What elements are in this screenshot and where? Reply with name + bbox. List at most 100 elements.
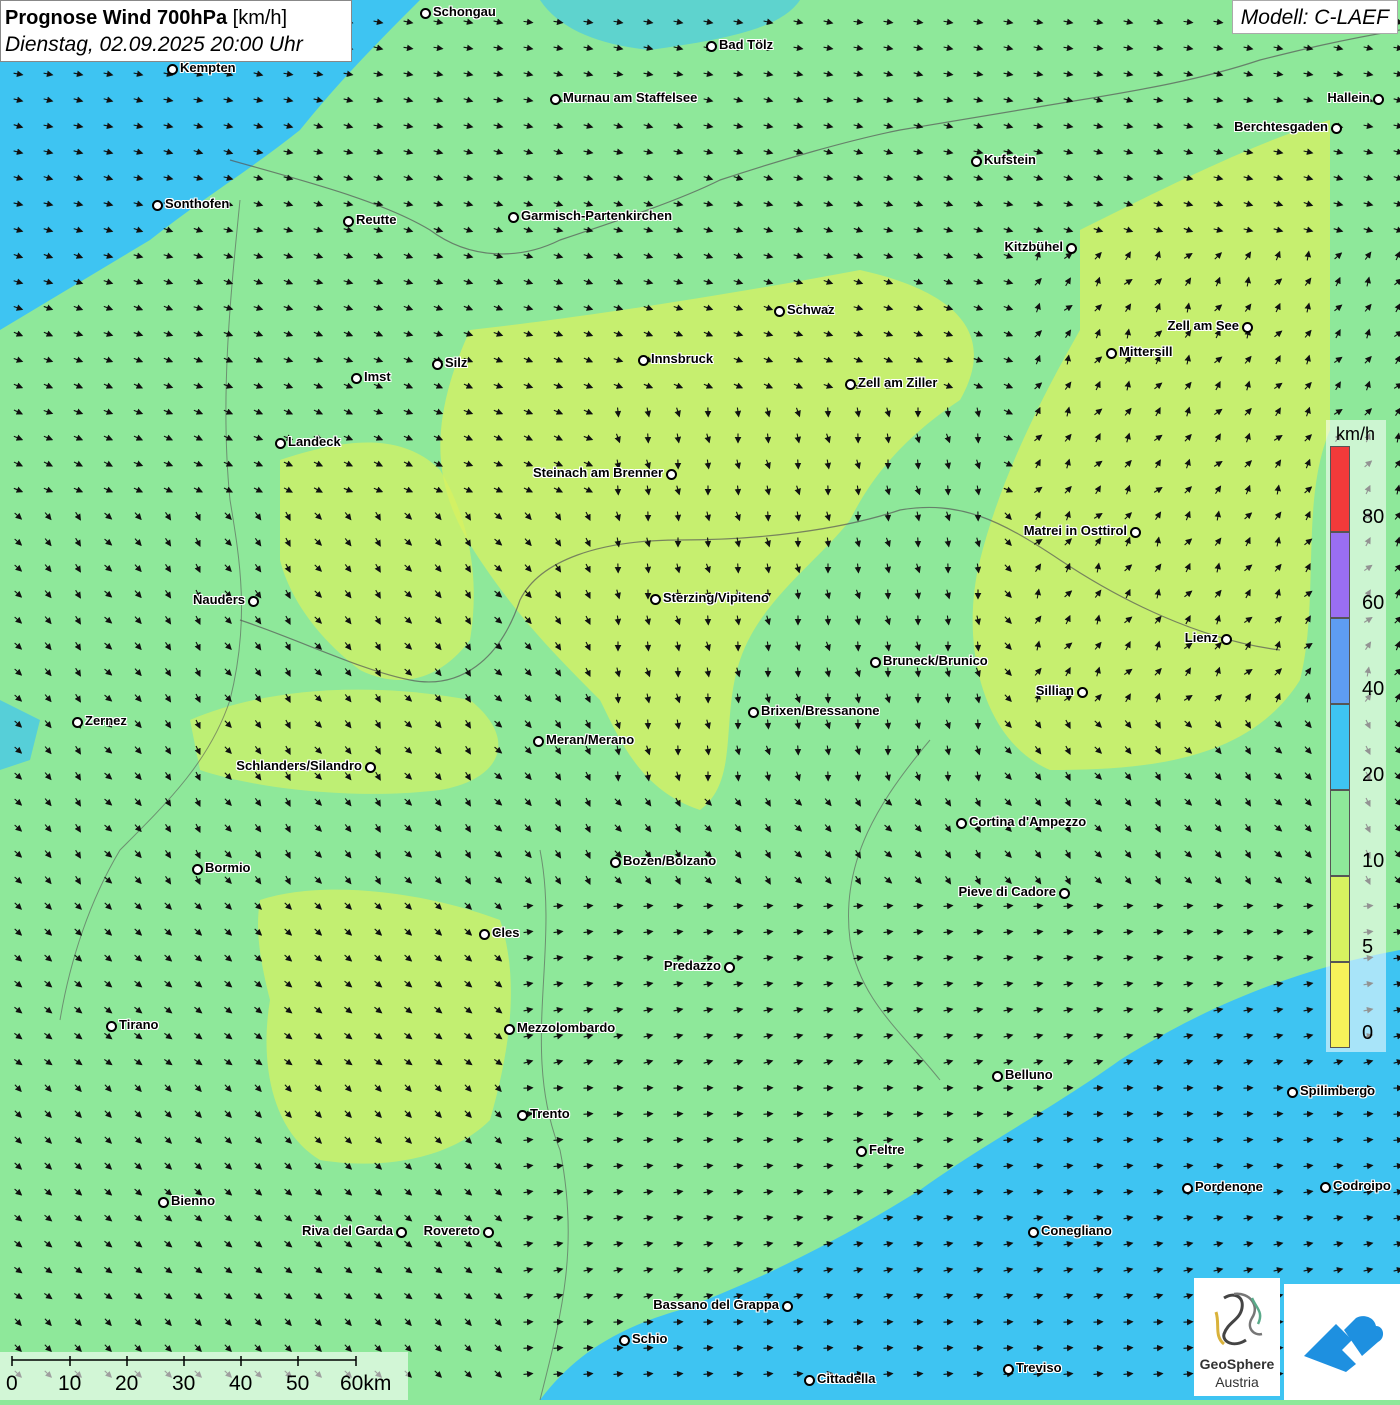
wind-arrow: [978, 720, 979, 729]
city-marker: [1182, 1183, 1193, 1194]
wind-arrow: [734, 1114, 743, 1115]
wind-arrow: [884, 1114, 893, 1115]
city-marker: [1320, 1182, 1331, 1193]
wind-arrow: [648, 720, 649, 729]
city-label: Sillian: [1036, 683, 1074, 698]
map-title-unit: [km/h]: [233, 7, 287, 29]
legend-unit: km/h: [1336, 424, 1375, 445]
legend-color-segment: [1330, 704, 1350, 790]
city-marker: [365, 762, 376, 773]
wind-arrow: [1364, 1114, 1373, 1115]
city-marker: [396, 1227, 407, 1238]
city-marker: [517, 1110, 528, 1121]
city-label: Trento: [530, 1106, 570, 1121]
wind-arrow: [1184, 1114, 1193, 1115]
city-marker: [706, 41, 717, 52]
geosphere-logo-text: GeoSphere: [1194, 1356, 1280, 1372]
city-label: Spilimbergo: [1300, 1083, 1375, 1098]
city-label: Steinach am Brenner: [533, 465, 663, 480]
city-label: Cittadella: [817, 1371, 876, 1386]
city-label: Schio: [632, 1331, 667, 1346]
wind-arrow: [704, 1114, 713, 1115]
geosphere-logo[interactable]: GeoSphere Austria: [1194, 1278, 1280, 1396]
city-marker: [432, 359, 443, 370]
wind-arrow: [584, 1114, 593, 1115]
city-marker: [856, 1146, 867, 1157]
wind-arrow: [824, 1114, 833, 1115]
wind-arrow: [734, 1348, 743, 1349]
wind-arrow: [704, 1348, 713, 1349]
city-marker: [1106, 348, 1117, 359]
wind-arrow: [618, 486, 619, 495]
wind-arrow: [678, 668, 679, 677]
wind-arrow: [1034, 1348, 1043, 1349]
city-marker: [533, 736, 544, 747]
city-label: Predazzo: [664, 958, 721, 973]
city-marker: [610, 857, 621, 868]
wind-arrow: [854, 1348, 863, 1349]
city-marker: [956, 818, 967, 829]
legend-label-5: 5: [1362, 936, 1373, 959]
city-label: Silz: [445, 355, 467, 370]
city-label: Matrei in Osttirol: [1024, 523, 1127, 538]
city-label: Bienno: [171, 1193, 215, 1208]
city-label: Sterzing/Vipiteno: [663, 590, 769, 605]
city-marker: [479, 929, 490, 940]
city-marker: [1331, 123, 1342, 134]
city-label: Schongau: [433, 4, 496, 19]
wind-arrow: [798, 460, 799, 469]
wind-arrow: [1184, 1348, 1193, 1349]
wind-arrow: [1094, 1114, 1103, 1115]
city-marker: [971, 156, 982, 167]
forecast-datetime: Dienstag, 02.09.2025 20:00 Uhr: [5, 31, 347, 59]
city-marker: [724, 962, 735, 973]
city-marker: [483, 1227, 494, 1238]
city-label: Bruneck/Brunico: [883, 653, 988, 668]
city-label: Treviso: [1016, 1360, 1062, 1375]
mountain-cloud-icon: [1284, 1284, 1400, 1400]
legend-color-segment: [1330, 532, 1350, 618]
wind-arrow: [1124, 1348, 1133, 1349]
wind-arrow: [944, 1348, 953, 1349]
wind-arrow: [1004, 1114, 1013, 1115]
city-label: Landeck: [288, 434, 341, 449]
wind-zone-weak-southwest: [258, 890, 511, 1164]
wind-arrow: [1034, 1114, 1043, 1115]
wind-arrow: [1154, 1114, 1163, 1115]
city-label: Conegliano: [1041, 1223, 1112, 1238]
city-label: Meran/Merano: [546, 732, 634, 747]
city-label: Reutte: [356, 212, 396, 227]
city-label: Pordenone: [1195, 1179, 1263, 1194]
wind-arrow: [914, 1114, 923, 1115]
city-label: Feltre: [869, 1142, 904, 1157]
app-logo[interactable]: [1284, 1284, 1400, 1400]
city-marker: [774, 306, 785, 317]
wind-arrow: [614, 1348, 623, 1349]
city-marker: [1221, 634, 1232, 645]
city-marker: [152, 200, 163, 211]
city-marker: [343, 216, 354, 227]
wind-arrow: [828, 694, 829, 703]
city-label: Sonthofen: [165, 196, 229, 211]
scale-label-10: 10: [58, 1372, 81, 1396]
city-label: Kempten: [180, 60, 236, 75]
city-marker: [845, 379, 856, 390]
city-marker: [275, 438, 286, 449]
scale-label-50: 50: [286, 1372, 309, 1396]
city-marker: [158, 1197, 169, 1208]
wind-zone-weak-midwest: [190, 690, 498, 794]
wind-arrow: [884, 1348, 893, 1349]
wind-arrow: [1124, 1114, 1133, 1115]
map-title-box: Prognose Wind 700hPa [km/h] Dienstag, 02…: [0, 0, 352, 62]
city-marker: [351, 373, 362, 384]
city-label: Pieve di Cadore: [958, 884, 1056, 899]
city-marker: [992, 1071, 1003, 1082]
wind-arrow: [1274, 1114, 1283, 1115]
wind-arrow: [674, 1348, 683, 1349]
wind-arrow: [1394, 1114, 1400, 1115]
city-marker: [248, 596, 259, 607]
city-marker: [1373, 94, 1384, 105]
legend-color-segment: [1330, 790, 1350, 876]
wind-arrow: [1154, 1348, 1163, 1349]
color-legend: km/h 80 60 40 20 10 5 0: [1326, 420, 1386, 1052]
